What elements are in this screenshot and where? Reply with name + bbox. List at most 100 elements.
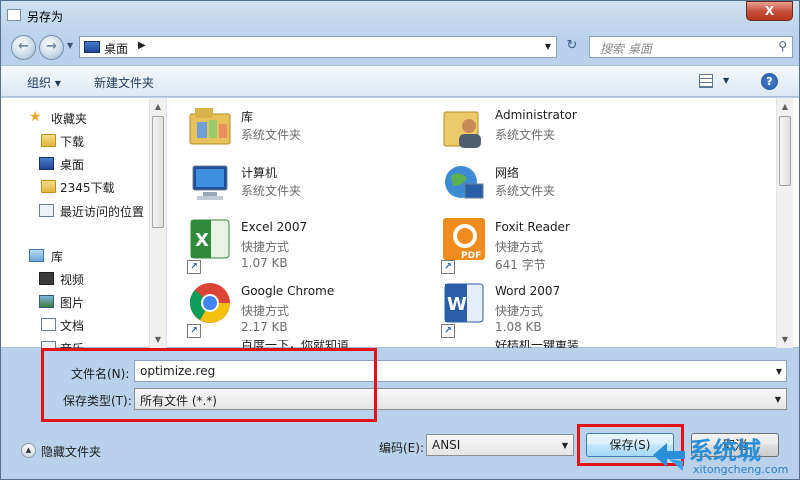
highlight-box-filename: [41, 348, 377, 422]
search-placeholder: 搜索 桌面: [600, 42, 652, 56]
file-item-reinstall[interactable]: 好桔机一键重装: [441, 340, 691, 348]
file-item-word-2007[interactable]: W ↗ Word 2007 快捷方式 1.08 KB: [441, 280, 691, 338]
music-icon: [41, 341, 56, 348]
encoding-dropdown-icon[interactable]: ▼: [562, 441, 568, 450]
file-name: Administrator: [495, 108, 577, 122]
sidebar-item-downloads[interactable]: 下载: [9, 131, 149, 151]
search-icon[interactable]: ⚲: [778, 39, 787, 53]
watermark: 系统城 xitongcheng.com: [649, 431, 799, 479]
filename-dropdown-icon[interactable]: ▼: [776, 367, 782, 376]
new-folder-button[interactable]: 新建文件夹: [94, 74, 154, 91]
hide-folders-label[interactable]: 隐藏文件夹: [41, 443, 101, 460]
sidebar-item-videos[interactable]: 视频: [9, 269, 149, 289]
file-name: 百度一下，你就知道: [241, 340, 350, 348]
file-name: Google Chrome: [241, 284, 335, 298]
address-text[interactable]: 桌面: [104, 40, 128, 57]
file-item-excel-2007[interactable]: X ↗ Excel 2007 快捷方式 1.07 KB: [187, 216, 437, 274]
sidebar-item-favorites[interactable]: ★ 收藏夹: [9, 108, 149, 128]
help-icon[interactable]: ?: [761, 73, 778, 90]
computer-icon: [192, 165, 228, 200]
excel-icon: X: [190, 219, 230, 259]
file-size: 2.17 KB: [241, 320, 288, 334]
shortcut-arrow-icon: ↗: [187, 324, 201, 338]
organize-button[interactable]: 组织 ▾: [27, 74, 61, 91]
file-type: 系统文件夹: [241, 184, 302, 198]
desktop-icon: [39, 157, 54, 170]
file-item-libraries[interactable]: 库 系统文件夹: [187, 104, 437, 162]
pictures-icon: [39, 295, 54, 308]
file-item-network[interactable]: 网络 系统文件夹: [441, 160, 691, 218]
file-size: 1.08 KB: [495, 320, 542, 334]
file-item-foxit-reader[interactable]: PDF ↗ Foxit Reader 快捷方式 641 字节: [441, 216, 691, 274]
sidebar-item-label: 视频: [60, 273, 85, 287]
file-name: Foxit Reader: [495, 220, 570, 234]
scroll-up-icon[interactable]: ▲: [150, 98, 166, 115]
window-icon: [7, 9, 21, 21]
scroll-down-icon[interactable]: ▼: [777, 331, 793, 348]
recent-pages-dropdown-icon[interactable]: ▼: [67, 41, 73, 50]
breadcrumb-arrow-icon[interactable]: ▶: [138, 40, 146, 51]
recent-places-icon: [39, 204, 54, 217]
folder-icon: [41, 134, 56, 147]
file-size: 641 字节: [495, 258, 546, 272]
back-arrow-icon[interactable]: ←: [11, 35, 36, 60]
file-type: 快捷方式: [241, 304, 290, 318]
scroll-down-icon[interactable]: ▼: [150, 331, 166, 348]
navigation-bar: ← → ▼ 桌面 ▶ ▼ ↻ 搜索 桌面 ⚲: [1, 31, 799, 63]
file-item-baidu[interactable]: 百度一下，你就知道: [187, 340, 437, 348]
folder-icon: [41, 180, 56, 193]
forward-arrow-icon[interactable]: →: [39, 35, 64, 60]
encoding-value[interactable]: ANSI: [432, 438, 460, 452]
file-name: Excel 2007: [241, 220, 308, 234]
refresh-icon[interactable]: ↻: [561, 36, 583, 58]
user-folder-icon: [443, 111, 481, 148]
library-icon: [29, 249, 44, 262]
file-type: 系统文件夹: [495, 184, 556, 198]
file-item-google-chrome[interactable]: ↗ Google Chrome 快捷方式 2.17 KB: [187, 280, 437, 338]
sidebar-item-label: 库: [51, 250, 64, 264]
sidebar-item-label: 音乐: [60, 340, 84, 348]
sidebar-item-documents[interactable]: 文档: [9, 315, 149, 335]
filetype-dropdown-icon[interactable]: ▼: [775, 395, 781, 404]
sidebar-item-desktop[interactable]: 桌面: [9, 154, 149, 174]
sidebar-item-pictures[interactable]: 图片: [9, 292, 149, 312]
file-item-administrator[interactable]: Administrator 系统文件夹: [441, 104, 691, 162]
shortcut-arrow-icon: ↗: [441, 260, 455, 274]
sidebar-item-2345-downloads[interactable]: 2345下载: [9, 177, 149, 197]
documents-icon: [41, 318, 56, 331]
sidebar-scrollbar[interactable]: ▲ ▼: [149, 98, 166, 348]
sidebar-item-label: 最近访问的位置: [60, 205, 145, 219]
scroll-up-icon[interactable]: ▲: [777, 98, 793, 115]
files-scrollbar[interactable]: ▲ ▼: [776, 98, 793, 348]
sidebar-item-label: 收藏夹: [51, 112, 88, 126]
view-dropdown-icon[interactable]: ▼: [723, 76, 729, 85]
address-bar[interactable]: 桌面 ▶ ▼: [79, 36, 557, 58]
file-name: 好桔机一键重装: [495, 340, 580, 348]
file-item-computer[interactable]: 计算机 系统文件夹: [187, 160, 437, 218]
watermark-url: xitongcheng.com: [693, 463, 789, 476]
file-name: 计算机: [241, 166, 278, 180]
word-icon: W: [444, 283, 484, 323]
sidebar-item-recent-places[interactable]: 最近访问的位置: [9, 201, 149, 221]
collapse-arrow-icon[interactable]: ▲: [21, 443, 36, 458]
navigation-pane: ★ 收藏夹 下载 桌面 2345下载 最近访问的位置 库 视频 图片 文档: [9, 98, 167, 348]
address-dropdown-icon[interactable]: ▼: [545, 42, 551, 51]
close-button[interactable]: X: [746, 1, 793, 21]
sidebar-item-label: 下载: [60, 135, 85, 149]
file-name: 网络: [495, 166, 520, 180]
view-options-icon[interactable]: [699, 74, 713, 88]
chrome-icon: [190, 283, 230, 323]
sidebar-item-music[interactable]: 音乐: [9, 338, 149, 348]
scroll-thumb[interactable]: [779, 116, 791, 186]
network-icon: [445, 166, 484, 199]
svg-text:X: X: [195, 230, 209, 251]
search-input[interactable]: 搜索 桌面 ⚲: [589, 36, 793, 58]
sidebar-item-libraries[interactable]: 库: [9, 246, 149, 266]
file-type: 系统文件夹: [241, 128, 302, 142]
scroll-thumb[interactable]: [152, 116, 164, 228]
encoding-select[interactable]: ANSI ▼: [426, 434, 574, 456]
save-as-dialog: 另存为 X ← → ▼ 桌面 ▶ ▼ ↻ 搜索 桌面 ⚲ 组织 ▾ 新建文件夹 …: [0, 0, 800, 480]
foxit-reader-icon: PDF: [443, 218, 485, 261]
star-icon: ★: [29, 109, 42, 125]
shortcut-arrow-icon: ↗: [187, 260, 201, 274]
